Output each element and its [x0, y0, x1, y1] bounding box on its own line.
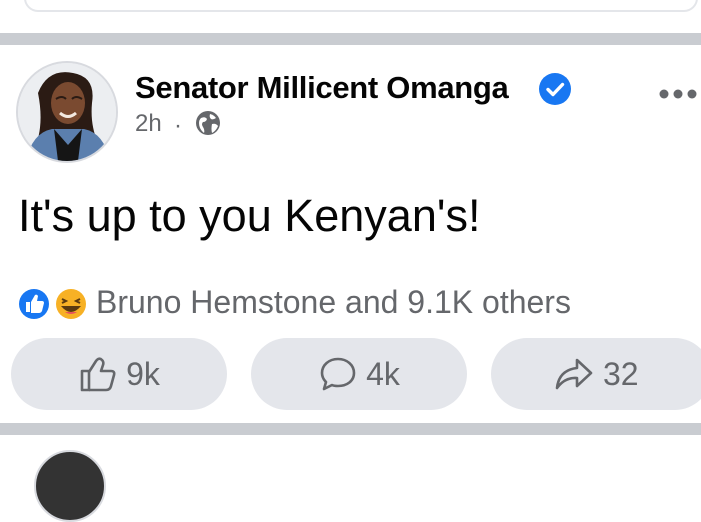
more-options-icon[interactable]: [658, 84, 698, 104]
share-count: 32: [603, 355, 639, 392]
like-reaction-icon: [17, 287, 51, 321]
author-name[interactable]: Senator Millicent Omanga: [135, 70, 509, 106]
meta-separator: ·: [174, 112, 182, 139]
author-avatar[interactable]: [16, 61, 118, 163]
reactions-summary[interactable]: Bruno Hemstone and 9.1K others: [96, 284, 571, 321]
feed-separator: [0, 33, 701, 45]
post-timestamp[interactable]: 2h: [135, 110, 162, 138]
post-text: It's up to you Kenyan's!: [18, 190, 481, 241]
verified-badge-icon: [539, 73, 571, 105]
thumbs-up-icon: [80, 357, 116, 392]
previous-card-bottom: [24, 0, 698, 12]
reaction-icons[interactable]: [16, 286, 94, 322]
comment-bubble-icon: [320, 357, 356, 391]
like-button[interactable]: 9k: [11, 338, 227, 410]
share-button[interactable]: 32: [491, 338, 701, 410]
comment-button[interactable]: 4k: [251, 338, 467, 410]
globe-icon: [196, 111, 220, 135]
haha-reaction-icon: [54, 287, 88, 321]
feed-separator: [0, 423, 701, 435]
share-arrow-icon: [555, 358, 593, 390]
comment-count: 4k: [366, 355, 400, 392]
like-count: 9k: [126, 355, 160, 392]
